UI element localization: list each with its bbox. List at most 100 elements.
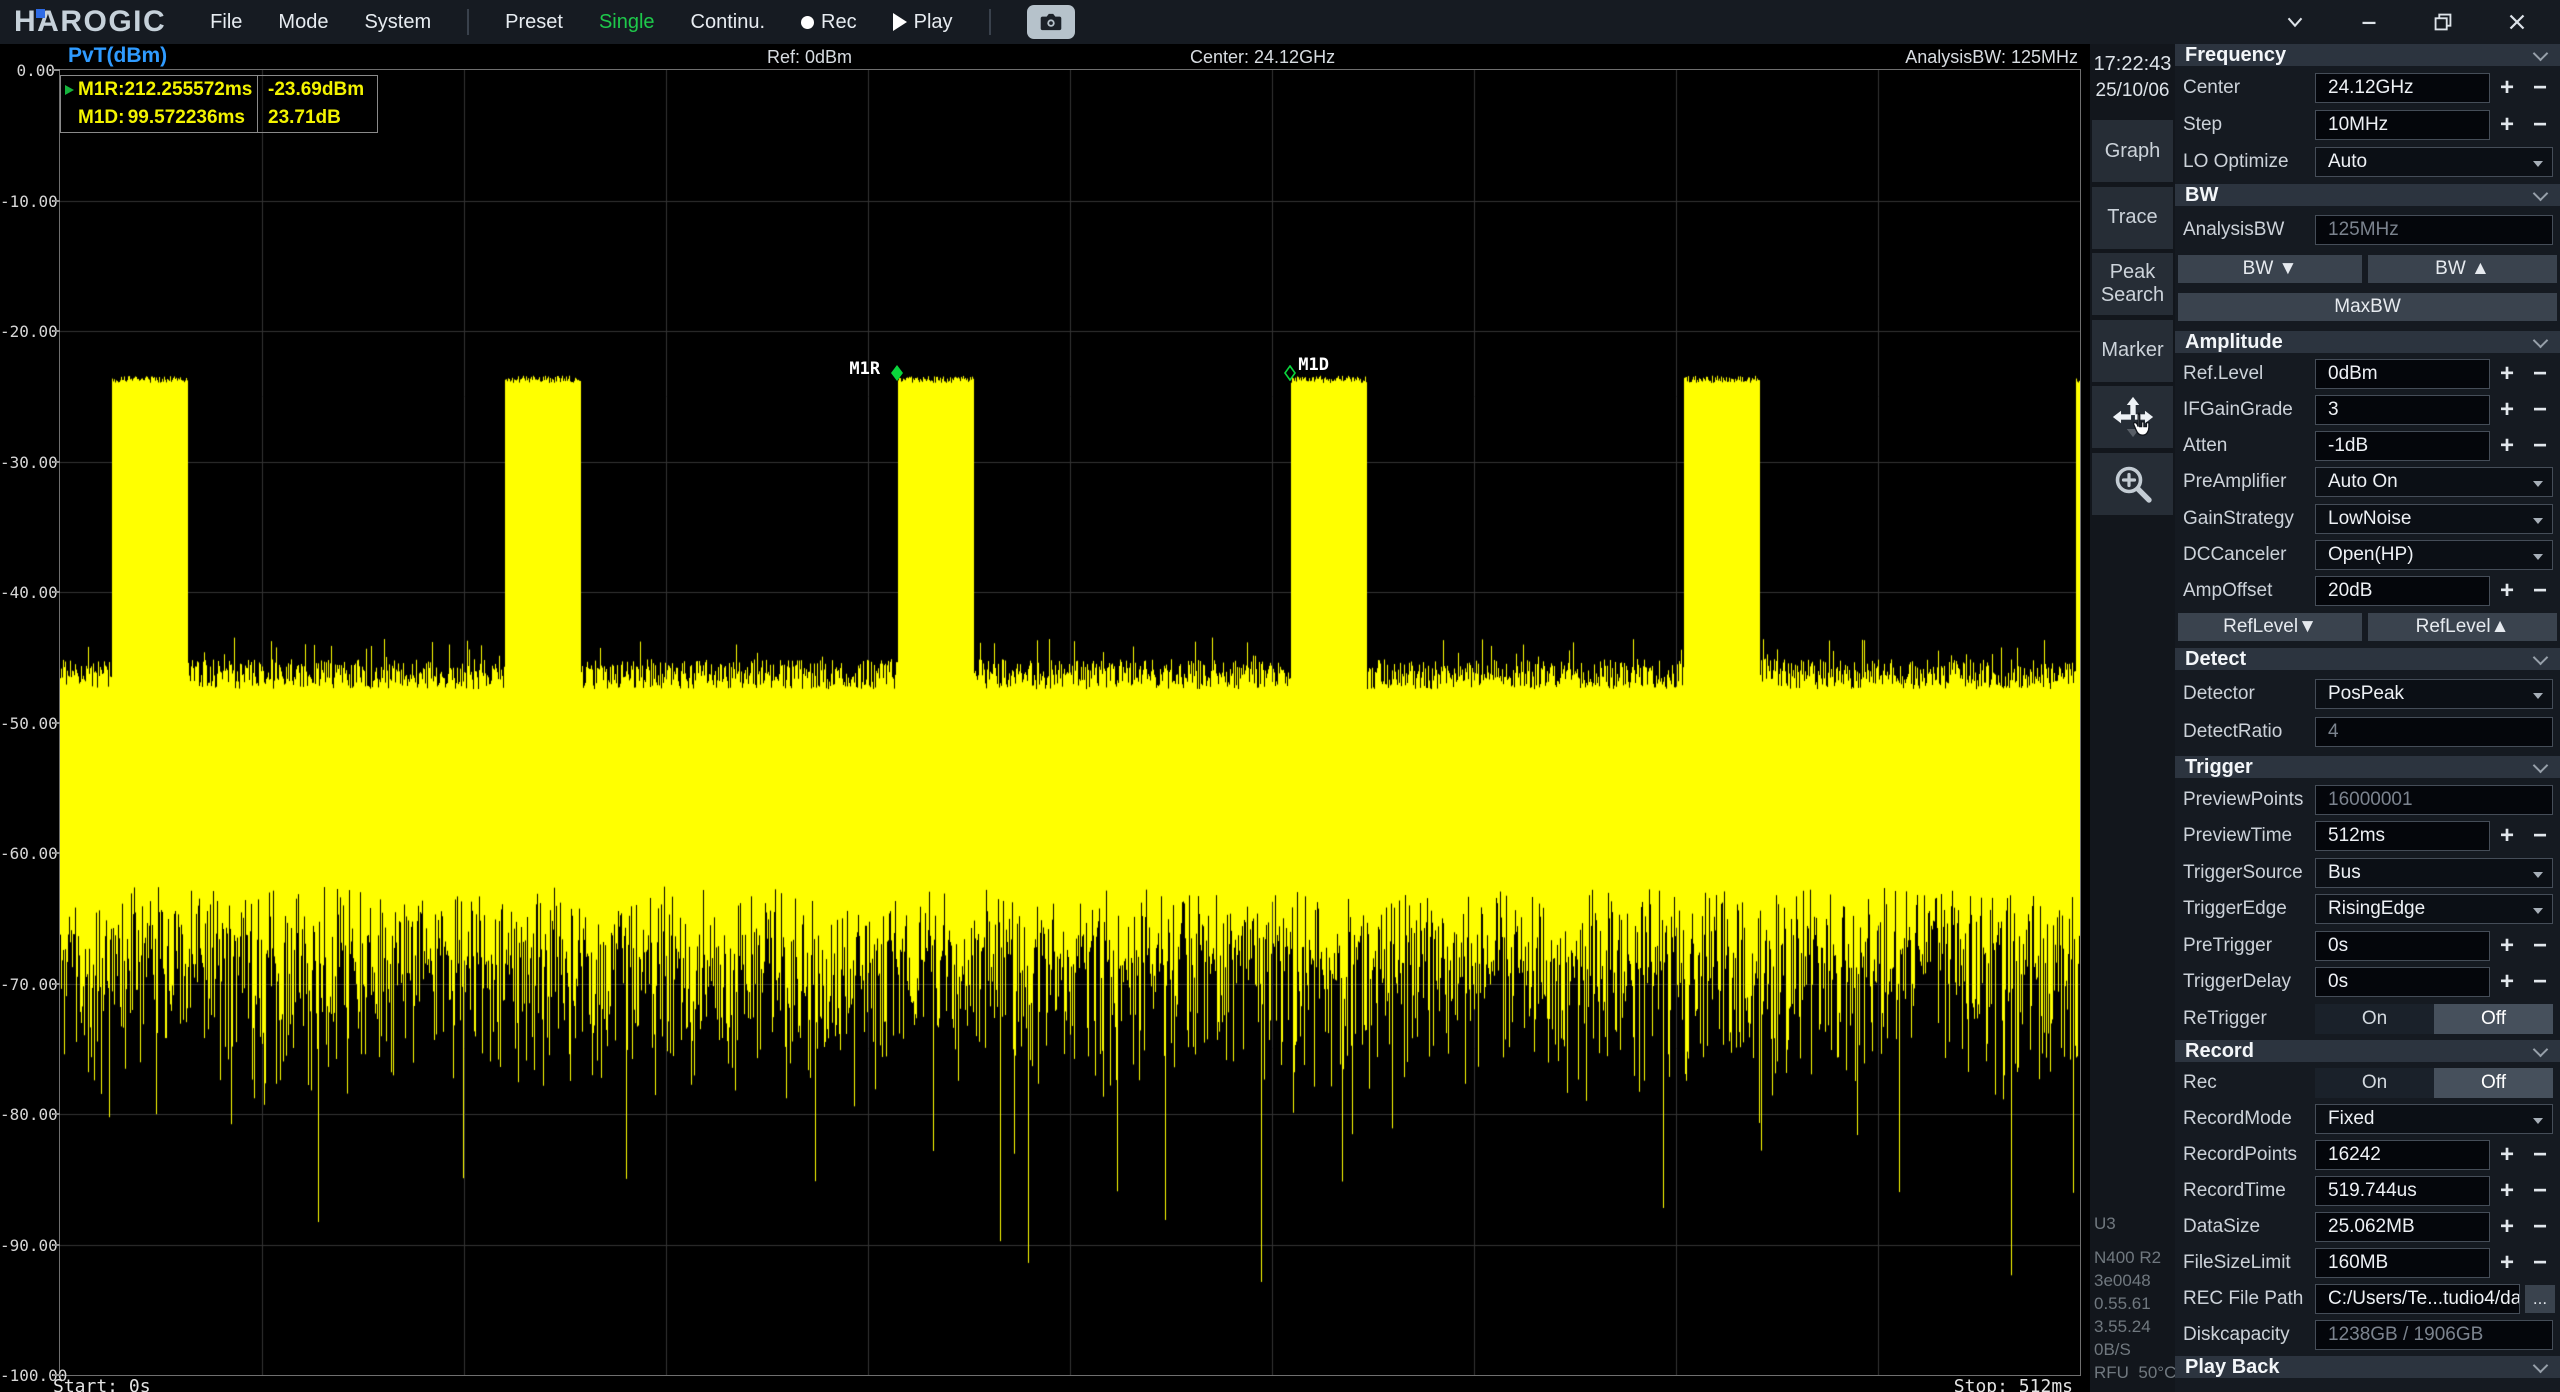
recordtime-decrement-button[interactable]: − [2528,1176,2552,1206]
previewtime-increment-button[interactable]: + [2495,821,2519,851]
menu-item-play[interactable]: Play [892,11,953,34]
section-header-detect[interactable]: Detect [2175,648,2560,670]
ampoffset-increment-button[interactable]: + [2495,576,2519,606]
marker-diamond-m1r[interactable] [891,365,904,386]
marker-readout-m1d-level: 23.71dB [257,104,377,132]
menu-item-continu[interactable]: Continu. [691,11,766,34]
reflevel-button[interactable]: RefLevel▼ [2178,612,2362,641]
step-decrement-button[interactable]: − [2528,110,2552,140]
recordmode-select[interactable]: Fixed [2315,1104,2553,1134]
triggeredge-select[interactable]: RisingEdge [2315,894,2553,924]
datasize-field[interactable]: 25.062MB [2315,1212,2490,1242]
menu-item-label: Mode [278,10,329,33]
preamplifier-select[interactable]: Auto On [2315,467,2553,498]
triggerdelay-decrement-button[interactable]: − [2528,967,2552,997]
section-header-amplitude[interactable]: Amplitude [2175,331,2560,353]
pan-tool-button[interactable] [2092,386,2173,448]
triggerdelay-increment-button[interactable]: + [2495,967,2519,997]
retrigger-on-option[interactable]: On [2315,1003,2434,1034]
ifgaingrade-field[interactable]: 3 [2315,395,2490,426]
rec-on-option[interactable]: On [2315,1068,2434,1098]
previewtime-field[interactable]: 512ms [2315,821,2490,851]
center-decrement-button[interactable]: − [2528,73,2552,103]
datasize-decrement-button[interactable]: − [2528,1212,2552,1242]
filesizelimit-decrement-button[interactable]: − [2528,1248,2552,1278]
ampoffset-field[interactable]: 20dB [2315,575,2490,606]
recordpoints-field[interactable]: 16242 [2315,1140,2490,1170]
menu-item-system[interactable]: System [364,11,431,34]
menu-item-single[interactable]: Single [599,11,655,34]
section-header-record[interactable]: Record [2175,1040,2560,1062]
recordpoints-increment-button[interactable]: + [2495,1140,2519,1170]
center-field[interactable]: 24.12GHz [2315,73,2490,103]
ampoffset-decrement-button[interactable]: − [2528,576,2552,606]
bw-button[interactable]: BW ▲ [2368,254,2557,283]
close-button[interactable] [2480,0,2554,44]
menu-item-rec[interactable]: Rec [801,11,857,34]
ref-level-increment-button[interactable]: + [2495,359,2519,389]
restore-button[interactable] [2406,0,2480,44]
triggerdelay-field[interactable]: 0s [2315,967,2490,997]
section-title: Play Back [2185,1355,2280,1378]
maxbw-button[interactable]: MaxBW [2178,293,2557,322]
filesizelimit-increment-button[interactable]: + [2495,1248,2519,1278]
previewtime-decrement-button[interactable]: − [2528,821,2552,851]
reflevel-button[interactable]: RefLevel▲ [2368,612,2557,641]
tool-button-trace[interactable]: Trace [2092,186,2173,249]
menu-item-label: Rec [821,10,857,33]
rec-file-path-field[interactable]: C:/Users/Te...tudio4/data [2315,1284,2520,1314]
screenshot-camera-button[interactable] [1026,5,1075,39]
gainstrategy-select[interactable]: LowNoise [2315,503,2553,534]
marker-diamond-m1d[interactable] [1284,364,1297,386]
zoom-in-tool-button[interactable] [2092,452,2173,515]
collapse-button[interactable] [2258,0,2332,44]
atten-decrement-button[interactable]: − [2528,431,2552,461]
panel-row-datasize: DataSize 25.062MB + − [2175,1212,2560,1242]
field-label-recordpoints: RecordPoints [2183,1144,2298,1165]
lo-optimize-select[interactable]: Auto [2315,147,2553,177]
tool-button-marker[interactable]: Marker [2092,319,2173,382]
section-header-bw[interactable]: BW [2175,184,2560,206]
step-field[interactable]: 10MHz [2315,110,2490,140]
chevron-down-icon [2532,45,2549,62]
pretrigger-field[interactable]: 0s [2315,930,2490,961]
recordtime-field[interactable]: 519.744us [2315,1176,2490,1206]
recordpoints-decrement-button[interactable]: − [2528,1140,2552,1170]
bw-button[interactable]: BW ▼ [2178,254,2362,283]
pretrigger-decrement-button[interactable]: − [2528,931,2552,961]
active-marker-arrow-icon [65,85,74,95]
menu-item-preset[interactable]: Preset [505,11,563,34]
triggersource-select[interactable]: Bus [2315,857,2553,888]
ifgaingrade-decrement-button[interactable]: − [2528,395,2552,425]
atten-increment-button[interactable]: + [2495,431,2519,461]
rec-off-option[interactable]: Off [2434,1068,2553,1098]
section-header-trigger[interactable]: Trigger [2175,756,2560,778]
retrigger-off-option[interactable]: Off [2434,1003,2553,1034]
section-header-play-back[interactable]: Play Back [2175,1356,2560,1378]
status-line-3e0048: 3e0048 [2094,1271,2151,1290]
menu-item-mode[interactable]: Mode [278,11,328,34]
section-title: Trigger [2185,755,2253,778]
section-header-frequency[interactable]: Frequency [2175,44,2560,66]
panel-row-diskcapacity: Diskcapacity 1238GB / 1906GB [2175,1320,2560,1350]
y-tick-label: -50.00 [0,713,58,733]
tool-button-graph[interactable]: Graph [2092,120,2173,182]
detector-select[interactable]: PosPeak [2315,678,2553,709]
ref-level-decrement-button[interactable]: − [2528,359,2552,389]
rec-file-path-browse-button[interactable]: ... [2525,1285,2555,1313]
center-increment-button[interactable]: + [2495,73,2519,103]
dccanceler-select[interactable]: Open(HP) [2315,539,2553,570]
ref-level-field[interactable]: 0dBm [2315,359,2490,390]
pretrigger-increment-button[interactable]: + [2495,931,2519,961]
minimize-button[interactable] [2332,0,2406,44]
y-tick-mark [53,982,60,985]
step-increment-button[interactable]: + [2495,110,2519,140]
menu-item-file[interactable]: File [210,11,242,34]
atten-field[interactable]: -1dB [2315,431,2490,462]
recordtime-increment-button[interactable]: + [2495,1176,2519,1206]
filesizelimit-field[interactable]: 160MB [2315,1248,2490,1278]
datasize-increment-button[interactable]: + [2495,1212,2519,1242]
pvt-plot[interactable]: M1R: 212.255572ms -23.69dBm M1D: 99.5722… [59,69,2081,1376]
ifgaingrade-increment-button[interactable]: + [2495,395,2519,425]
tool-button-peak-search[interactable]: Peak Search [2092,253,2173,315]
